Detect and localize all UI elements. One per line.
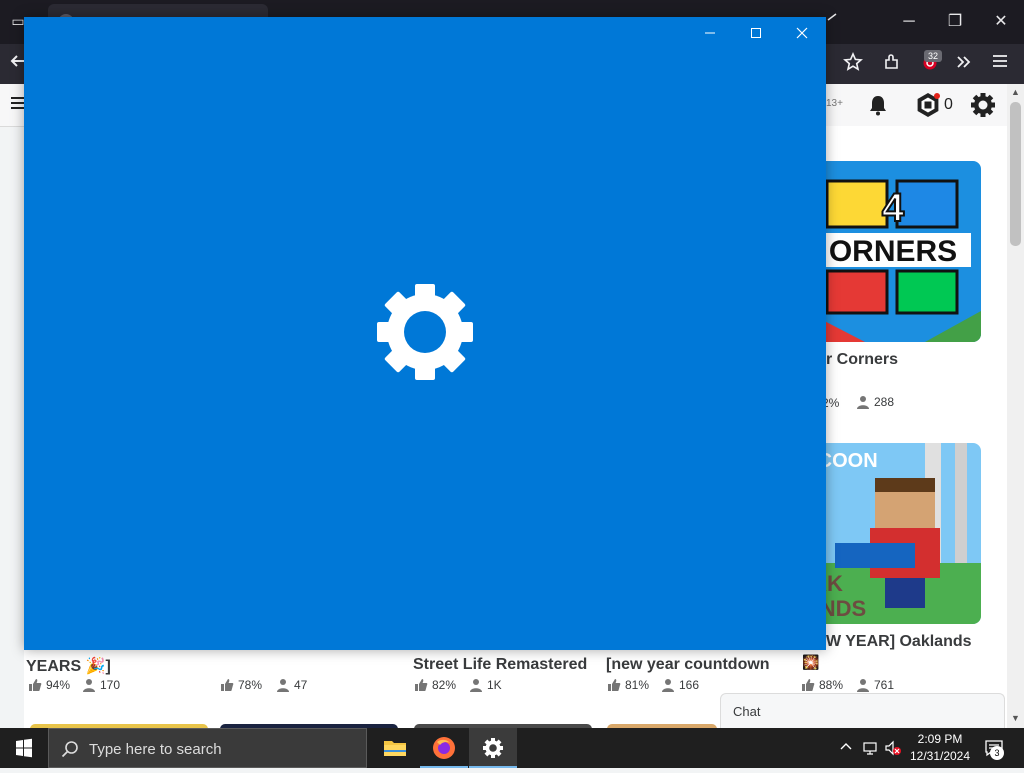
game-rating: 88% bbox=[801, 678, 843, 692]
taskbar: Type here to search 2:09 PM 12/31/2024 3 bbox=[0, 728, 1024, 768]
thumbs-up-icon bbox=[415, 679, 428, 691]
robux-count: 0 bbox=[944, 96, 953, 113]
player-icon bbox=[662, 679, 674, 692]
game-players: 288 bbox=[856, 395, 894, 409]
minimize-button[interactable] bbox=[694, 22, 726, 44]
clock-time: 2:09 PM bbox=[917, 732, 963, 746]
thumbs-up-icon bbox=[29, 679, 42, 691]
chat-label: Chat bbox=[733, 704, 761, 719]
game-title-four-corners[interactable]: r Corners bbox=[826, 351, 898, 369]
search-icon bbox=[61, 740, 79, 758]
game-title-years[interactable]: YEARS 🎉] bbox=[26, 656, 111, 676]
star-icon[interactable] bbox=[841, 52, 865, 76]
game-players: 761 bbox=[856, 678, 894, 692]
chat-panel[interactable]: Chat bbox=[720, 693, 1005, 729]
network-icon[interactable] bbox=[862, 740, 878, 756]
game-rating: 78% bbox=[220, 678, 262, 692]
age-label: 13+ bbox=[826, 98, 843, 109]
bell-icon[interactable] bbox=[866, 93, 890, 117]
thumbs-up-icon bbox=[802, 679, 815, 691]
game-thumbnail-oaklands[interactable]: YCOON AK ANDS bbox=[805, 443, 981, 624]
thumbs-up-icon bbox=[608, 679, 621, 691]
player-icon bbox=[277, 679, 289, 692]
game-players: 170 bbox=[82, 678, 120, 692]
windows-start-icon[interactable] bbox=[0, 728, 48, 768]
settings-icon[interactable] bbox=[469, 728, 517, 768]
game-players: 166 bbox=[661, 678, 699, 692]
chevron-up-icon[interactable] bbox=[838, 740, 854, 756]
game-title-oaklands[interactable]: W YEAR] Oaklands bbox=[826, 633, 972, 651]
gear-icon[interactable] bbox=[970, 92, 996, 118]
clock-date: 12/31/2024 bbox=[909, 749, 971, 763]
page-scrollbar[interactable]: ▲ ▼ bbox=[1007, 84, 1024, 728]
game-title-new-year-countdown[interactable]: [new year countdown bbox=[606, 656, 770, 674]
volume-muted-icon[interactable] bbox=[884, 740, 901, 756]
file-explorer-icon[interactable] bbox=[371, 728, 419, 768]
game-rating: 94% bbox=[28, 678, 70, 692]
search-placeholder: Type here to search bbox=[89, 741, 222, 758]
game-players: 47 bbox=[276, 678, 307, 692]
menu-icon[interactable] bbox=[988, 52, 1012, 76]
extensions-icon[interactable] bbox=[880, 52, 904, 76]
player-icon bbox=[857, 396, 869, 409]
scroll-up-icon[interactable]: ▲ bbox=[1007, 84, 1024, 100]
scroll-thumb[interactable] bbox=[1010, 102, 1021, 246]
player-icon bbox=[470, 679, 482, 692]
maximize-button[interactable] bbox=[740, 22, 772, 44]
settings-splash-window bbox=[24, 17, 826, 650]
corners-number: 4 bbox=[882, 186, 905, 230]
thumbs-up-icon bbox=[221, 679, 234, 691]
title-emoji: 🎇 bbox=[802, 654, 820, 670]
corners-word: ORNERS bbox=[829, 235, 957, 268]
firefox-icon[interactable] bbox=[420, 728, 468, 768]
taskbar-search[interactable]: Type here to search bbox=[48, 728, 367, 768]
scroll-down-icon[interactable]: ▼ bbox=[1007, 710, 1024, 726]
game-title-street-life[interactable]: Street Life Remastered bbox=[413, 656, 587, 674]
game-players: 1K bbox=[469, 678, 502, 692]
player-icon bbox=[83, 679, 95, 692]
restore-browser-button[interactable]: ❐ bbox=[943, 10, 967, 34]
gear-icon bbox=[376, 283, 474, 381]
extension-badge: 32 bbox=[924, 50, 942, 62]
player-icon bbox=[857, 679, 869, 692]
close-button[interactable] bbox=[786, 22, 818, 44]
robux-icon[interactable] bbox=[915, 92, 941, 118]
close-browser-button[interactable]: ✕ bbox=[989, 10, 1013, 34]
game-rating: 82% bbox=[414, 678, 456, 692]
system-clock[interactable]: 2:09 PM 12/31/2024 bbox=[906, 731, 974, 765]
game-rating: 81% bbox=[607, 678, 649, 692]
notification-badge: 3 bbox=[990, 746, 1004, 760]
minimize-browser-button[interactable]: ─ bbox=[897, 10, 921, 34]
overflow-icon[interactable] bbox=[952, 52, 976, 76]
game-thumbnail-four-corners[interactable]: 4 ORNERS bbox=[805, 161, 981, 342]
